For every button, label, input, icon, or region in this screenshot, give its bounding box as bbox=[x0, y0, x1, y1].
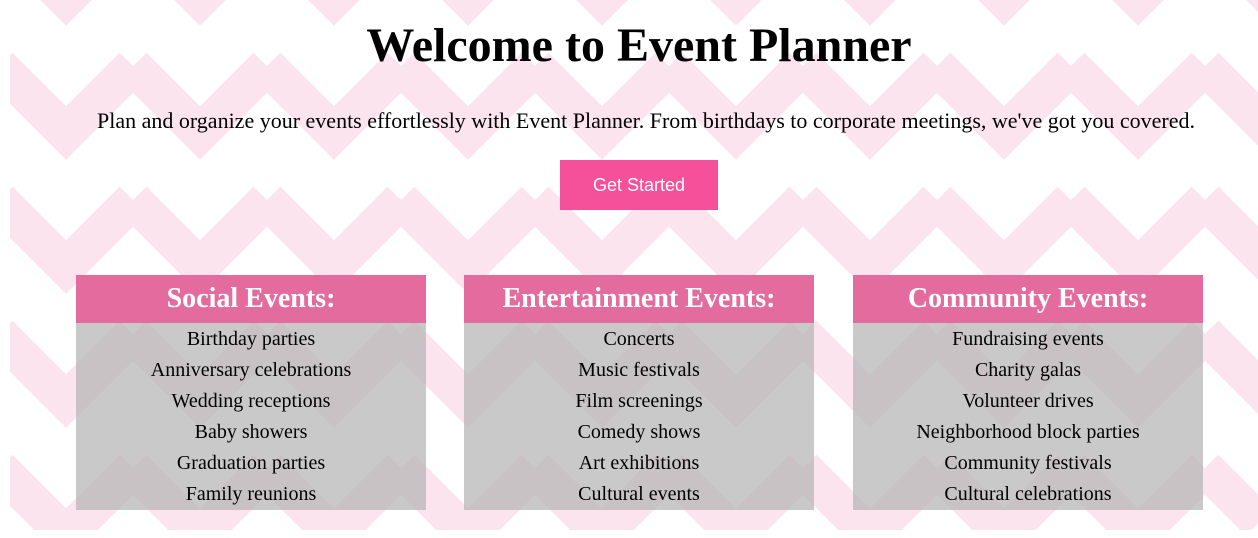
list-item: Cultural events bbox=[578, 483, 700, 505]
entertainment-events-card: Entertainment Events: Concerts Music fes… bbox=[464, 275, 814, 510]
card-title: Entertainment Events: bbox=[464, 275, 814, 323]
list-item: Film screenings bbox=[575, 390, 703, 412]
list-item: Wedding receptions bbox=[171, 390, 331, 412]
list-item: Charity galas bbox=[974, 359, 1082, 381]
list-item: Family reunions bbox=[185, 483, 317, 505]
list-item: Birthday parties bbox=[186, 328, 316, 350]
list-item: Fundraising events bbox=[952, 328, 1104, 350]
list-item: Concerts bbox=[603, 328, 675, 350]
list-item: Anniversary celebrations bbox=[150, 359, 352, 381]
social-events-card: Social Events: Birthday parties Annivers… bbox=[76, 275, 426, 510]
list-item: Music festivals bbox=[578, 359, 700, 381]
card-title: Community Events: bbox=[853, 275, 1203, 323]
list-item: Neighborhood block parties bbox=[916, 421, 1140, 443]
list-item: Baby showers bbox=[194, 421, 308, 443]
get-started-button[interactable]: Get Started bbox=[560, 160, 718, 210]
event-list: Fundraising events Charity galas Volunte… bbox=[853, 323, 1203, 512]
event-list: Concerts Music festivals Film screenings… bbox=[464, 323, 814, 512]
page-title: Welcome to Event Planner bbox=[366, 19, 912, 72]
event-list: Birthday parties Anniversary celebration… bbox=[76, 323, 426, 512]
list-item: Comedy shows bbox=[577, 421, 701, 443]
list-item: Art exhibitions bbox=[578, 452, 700, 474]
intro-text: Plan and organize your events effortless… bbox=[97, 108, 1195, 133]
community-events-card: Community Events: Fundraising events Cha… bbox=[853, 275, 1203, 510]
list-item: Cultural celebrations bbox=[944, 483, 1112, 505]
list-item: Volunteer drives bbox=[962, 390, 1094, 412]
card-title: Social Events: bbox=[76, 275, 426, 323]
list-item: Community festivals bbox=[944, 452, 1112, 474]
list-item: Graduation parties bbox=[176, 452, 326, 474]
page: Welcome to Event Planner Plan and organi… bbox=[0, 0, 1258, 538]
